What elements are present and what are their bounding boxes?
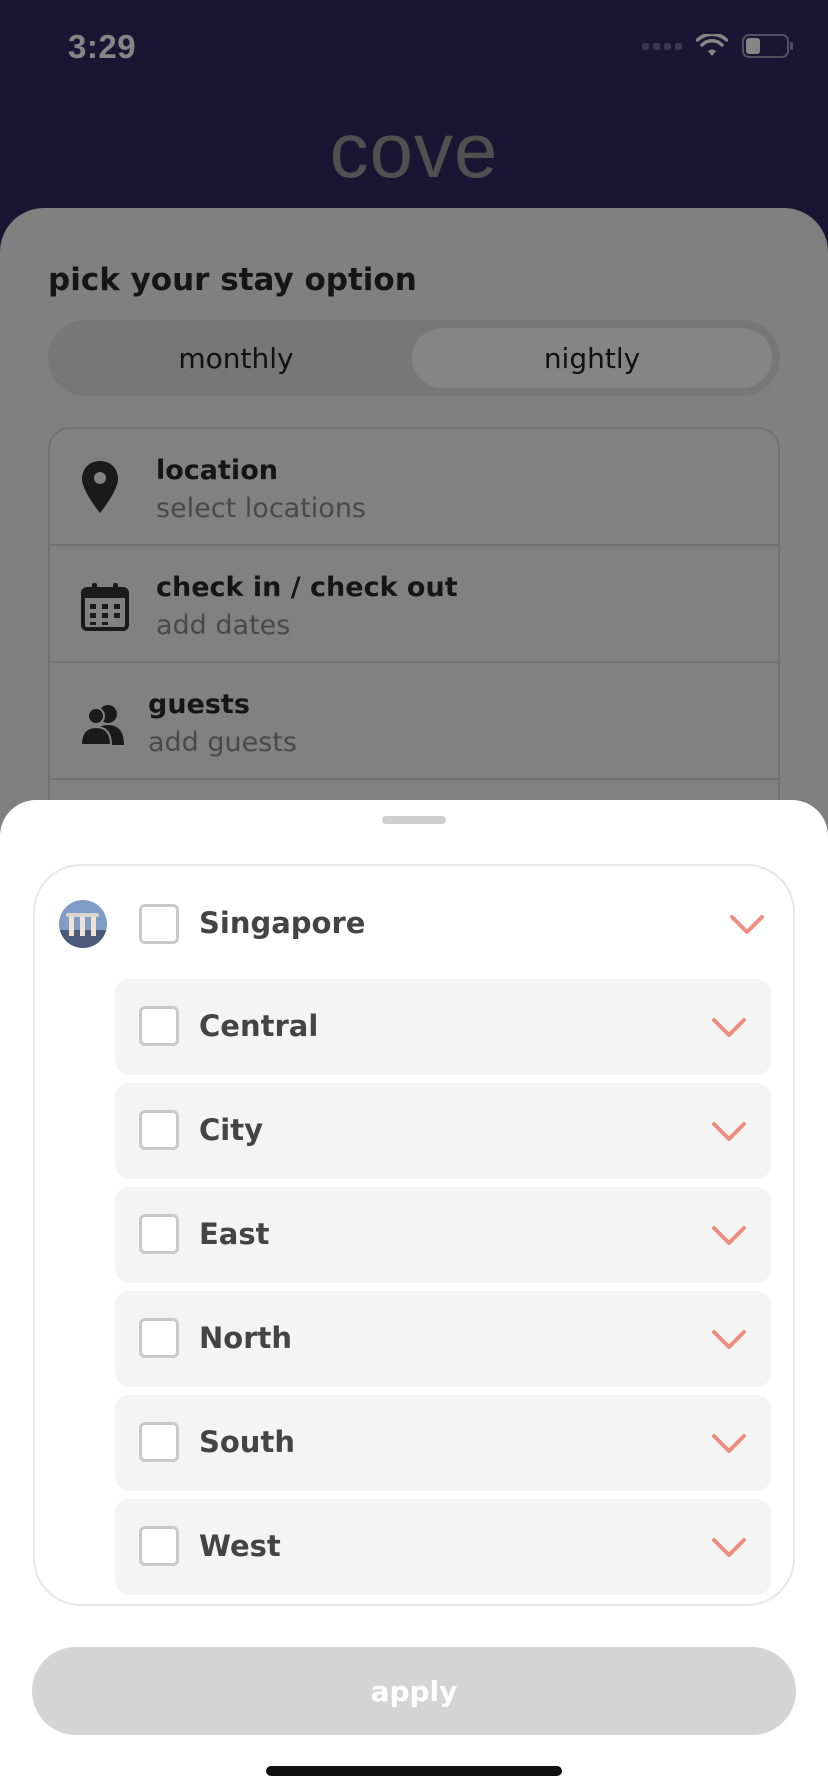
region-row-city[interactable]: City <box>115 1083 771 1179</box>
location-picker-sheet: Singapore Central City East North South <box>0 800 828 1792</box>
region-checkbox[interactable] <box>139 1110 179 1150</box>
chevron-down-icon[interactable] <box>711 1537 747 1559</box>
region-checkbox[interactable] <box>139 1526 179 1566</box>
region-checkbox[interactable] <box>139 1422 179 1462</box>
singapore-skyline-avatar <box>59 900 107 948</box>
chevron-down-icon[interactable] <box>711 1329 747 1351</box>
chevron-down-icon[interactable] <box>711 1121 747 1143</box>
region-row-south[interactable]: South <box>115 1395 771 1491</box>
sheet-grabber[interactable] <box>382 816 446 824</box>
region-row-west[interactable]: West <box>115 1499 771 1595</box>
location-list: Singapore Central City East North South <box>33 864 795 1606</box>
home-indicator <box>266 1766 562 1776</box>
region-checkbox[interactable] <box>139 1214 179 1254</box>
region-row-north[interactable]: North <box>115 1291 771 1387</box>
region-checkbox[interactable] <box>139 1318 179 1358</box>
region-label: West <box>199 1529 281 1563</box>
singapore-checkbox[interactable] <box>139 904 179 944</box>
singapore-label: Singapore <box>199 906 366 940</box>
region-label: Central <box>199 1009 319 1043</box>
region-label: City <box>199 1113 263 1147</box>
chevron-down-icon[interactable] <box>711 1433 747 1455</box>
region-label: North <box>199 1321 293 1355</box>
apply-button[interactable]: apply <box>32 1647 796 1735</box>
chevron-down-icon[interactable] <box>711 1225 747 1247</box>
region-row-east[interactable]: East <box>115 1187 771 1283</box>
region-label: South <box>199 1425 295 1459</box>
region-checkbox[interactable] <box>139 1006 179 1046</box>
chevron-down-icon[interactable] <box>729 914 765 936</box>
region-label: East <box>199 1217 270 1251</box>
chevron-down-icon[interactable] <box>711 1017 747 1039</box>
region-row-central[interactable]: Central <box>115 979 771 1075</box>
